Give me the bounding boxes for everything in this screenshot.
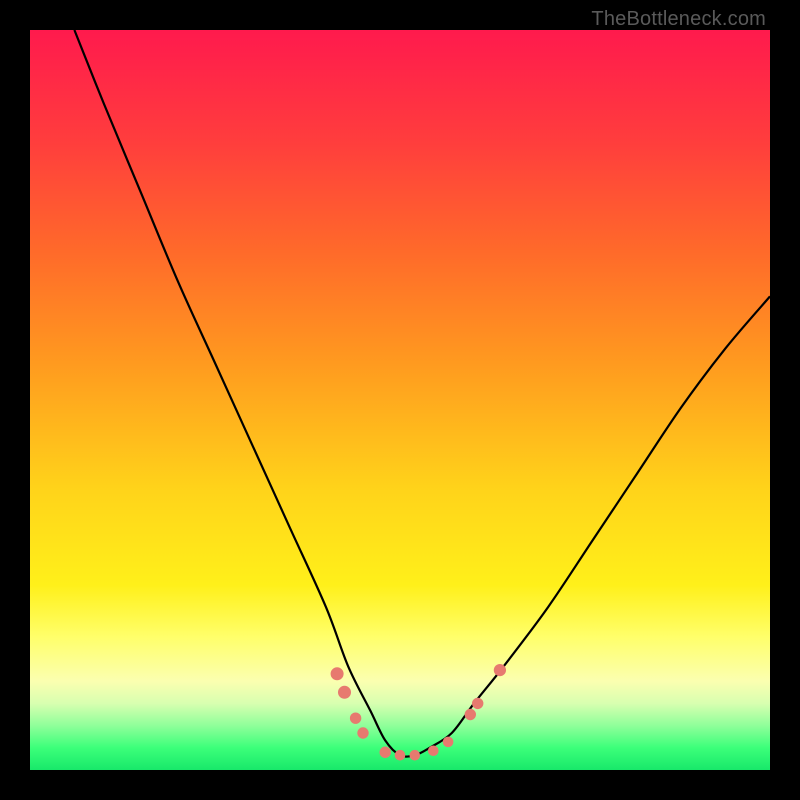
plot-area — [30, 30, 770, 770]
marker-dot — [443, 737, 454, 748]
marker-dot — [410, 750, 421, 761]
marker-dot — [331, 667, 344, 680]
curve-line — [74, 30, 770, 757]
marker-dot — [428, 745, 439, 756]
marker-dot — [494, 664, 506, 676]
marker-dot — [357, 727, 368, 738]
attribution-text: TheBottleneck.com — [591, 8, 766, 31]
marker-dot — [350, 713, 361, 724]
marker-dot — [395, 750, 406, 761]
marker-dot — [465, 709, 476, 720]
marker-dot — [472, 698, 483, 709]
marker-dot — [380, 747, 391, 758]
curve-markers — [331, 664, 506, 760]
marker-dot — [338, 686, 351, 699]
chart-svg — [30, 30, 770, 770]
